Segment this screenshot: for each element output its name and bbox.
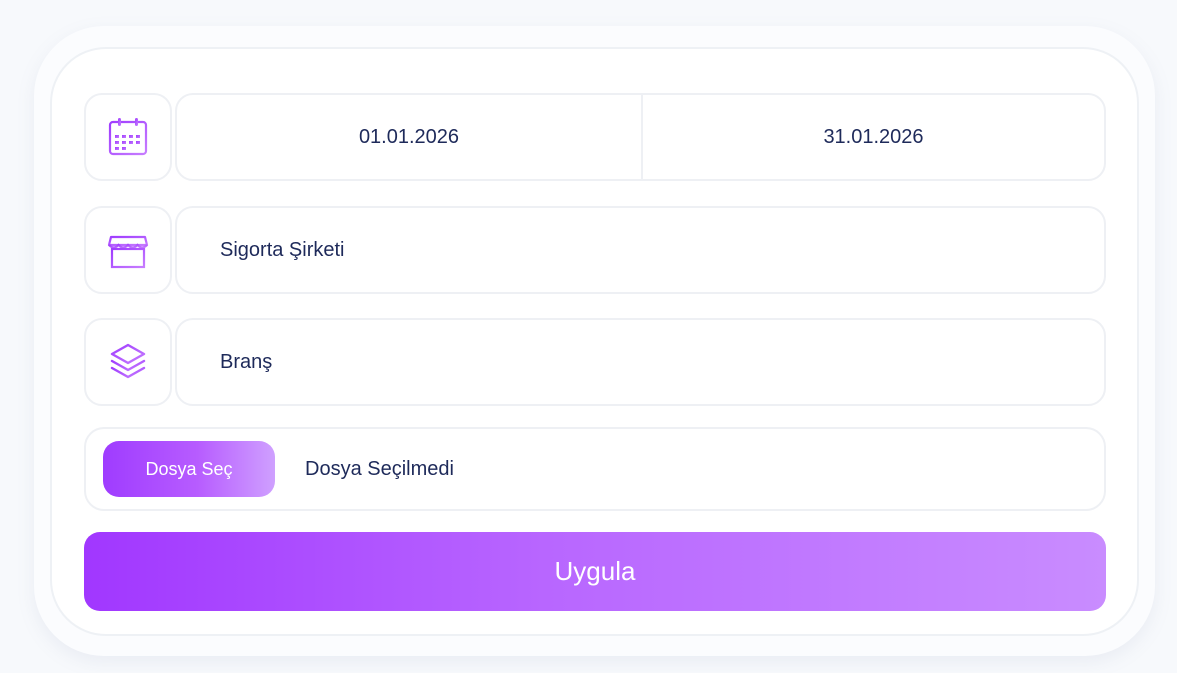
insurance-company-label: Sigorta Şirketi — [220, 238, 345, 261]
date-range-field: 01.01.2026 31.01.2026 — [175, 93, 1106, 181]
insurance-company-row: Sigorta Şirketi — [84, 206, 1106, 294]
calendar-icon — [107, 116, 149, 158]
file-status-text: Dosya Seçilmedi — [305, 457, 454, 480]
calendar-icon-box — [84, 93, 172, 181]
store-icon-box — [84, 206, 172, 294]
start-date-value: 01.01.2026 — [358, 125, 460, 148]
end-date-input[interactable]: 31.01.2026 — [643, 95, 1104, 179]
file-upload-row: Dosya Seç Dosya Seçilmedi — [84, 427, 1106, 511]
date-range-row: 01.01.2026 31.01.2026 — [84, 93, 1106, 181]
end-date-value: 31.01.2026 — [823, 125, 924, 148]
insurance-company-select[interactable]: Sigorta Şirketi — [175, 206, 1106, 294]
branch-select[interactable]: Branş — [175, 318, 1106, 406]
apply-button[interactable]: Uygula — [84, 532, 1106, 611]
branch-label: Branş — [220, 350, 273, 373]
layers-icon-box — [84, 318, 172, 406]
choose-file-button[interactable]: Dosya Seç — [103, 441, 275, 497]
start-date-input[interactable]: 01.01.2026 — [177, 95, 643, 179]
store-icon — [107, 229, 149, 271]
branch-row: Branş — [84, 318, 1106, 406]
layers-icon — [107, 341, 149, 383]
